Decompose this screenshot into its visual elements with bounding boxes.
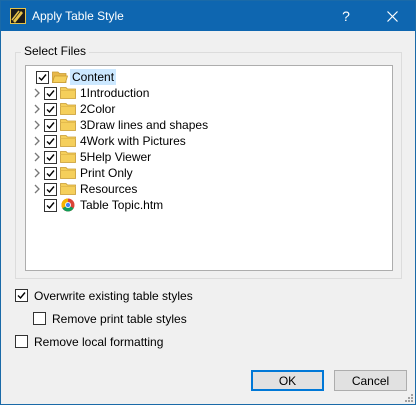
close-button[interactable] <box>369 1 415 31</box>
checkmark-icon <box>46 90 55 98</box>
tree-item-label: 3Draw lines and shapes <box>80 118 209 132</box>
close-icon <box>386 10 398 22</box>
folder-icon <box>60 103 76 115</box>
chevron-right-icon[interactable] <box>32 88 42 98</box>
tree-item-label: 2Color <box>80 102 116 116</box>
remove-local-label: Remove local formatting <box>34 335 164 349</box>
title-bar[interactable]: Apply Table Style ? <box>1 1 415 31</box>
tree-item-label: 4Work with Pictures <box>80 134 186 148</box>
checkmark-icon <box>46 202 55 210</box>
tree-item-checkbox[interactable] <box>44 167 57 180</box>
tree-item-label: 1Introduction <box>80 86 150 100</box>
tree-item[interactable]: 1Introduction <box>26 85 386 101</box>
checkmark-icon <box>46 138 55 146</box>
tree-item-label: Table Topic.htm <box>80 198 164 212</box>
folder-icon <box>60 167 76 179</box>
tree-item[interactable]: 4Work with Pictures <box>26 133 386 149</box>
tree-item-checkbox[interactable] <box>44 135 57 148</box>
tree-item[interactable]: Table Topic.htm <box>26 197 386 213</box>
select-files-label: Select Files <box>21 44 90 59</box>
window-title: Apply Table Style <box>32 9 124 23</box>
tree-item-label: 5Help Viewer <box>80 150 152 164</box>
tree-item[interactable]: Print Only <box>26 165 386 181</box>
tree-item-checkbox[interactable] <box>44 119 57 132</box>
tree-item-checkbox[interactable] <box>44 103 57 116</box>
remove-print-label: Remove print table styles <box>52 312 187 326</box>
tree-item[interactable]: Resources <box>26 181 386 197</box>
tree-item-checkbox[interactable] <box>36 71 49 84</box>
remove-print-option[interactable]: Remove print table styles <box>33 311 273 327</box>
tree-item-label: Content <box>70 69 117 85</box>
tree-item-checkbox[interactable] <box>44 151 57 164</box>
folder-icon <box>60 135 76 147</box>
dialog-window: Apply Table Style ? Select Files Content… <box>0 0 416 405</box>
chevron-right-icon[interactable] <box>32 136 42 146</box>
folder-icon <box>60 119 76 131</box>
cancel-button[interactable]: Cancel <box>334 370 407 391</box>
ok-button[interactable]: OK <box>251 370 324 391</box>
app-icon <box>10 8 26 24</box>
chevron-right-icon[interactable] <box>32 104 42 114</box>
remove-local-checkbox[interactable] <box>15 335 28 348</box>
chevron-right-icon[interactable] <box>32 152 42 162</box>
checkmark-icon <box>46 122 55 130</box>
tree-item-label: Print Only <box>80 166 133 180</box>
folder-icon <box>60 183 76 195</box>
checkmark-icon <box>46 154 55 162</box>
tree-item[interactable]: 5Help Viewer <box>26 149 386 165</box>
resize-grip-icon[interactable] <box>403 392 413 402</box>
checkmark-icon <box>46 186 55 194</box>
tree-item-checkbox[interactable] <box>44 199 57 212</box>
overwrite-option[interactable]: Overwrite existing table styles <box>15 288 275 304</box>
chevron-right-icon[interactable] <box>32 168 42 178</box>
tree-item[interactable]: 3Draw lines and shapes <box>26 117 386 133</box>
tree-item[interactable]: Content <box>26 69 386 85</box>
tree-item-checkbox[interactable] <box>44 87 57 100</box>
chevron-right-icon[interactable] <box>32 120 42 130</box>
remove-print-checkbox[interactable] <box>33 312 46 325</box>
tree-item-checkbox[interactable] <box>44 183 57 196</box>
checkmark-icon <box>17 292 26 300</box>
folder-icon <box>60 151 76 163</box>
overwrite-label: Overwrite existing table styles <box>34 289 193 303</box>
help-button[interactable]: ? <box>323 1 369 31</box>
checkmark-icon <box>46 170 55 178</box>
tree-item[interactable]: 2Color <box>26 101 386 117</box>
remove-local-option[interactable]: Remove local formatting <box>15 334 255 350</box>
checkmark-icon <box>38 74 47 82</box>
chevron-right-icon[interactable] <box>32 184 42 194</box>
chrome-icon <box>61 198 75 212</box>
overwrite-checkbox[interactable] <box>15 289 28 302</box>
folder-open-icon <box>52 71 68 83</box>
checkmark-icon <box>46 106 55 114</box>
file-tree[interactable]: Content 1Introduction 2Color 3Draw lines an… <box>25 65 393 271</box>
tree-item-label: Resources <box>80 182 138 196</box>
folder-icon <box>60 87 76 99</box>
